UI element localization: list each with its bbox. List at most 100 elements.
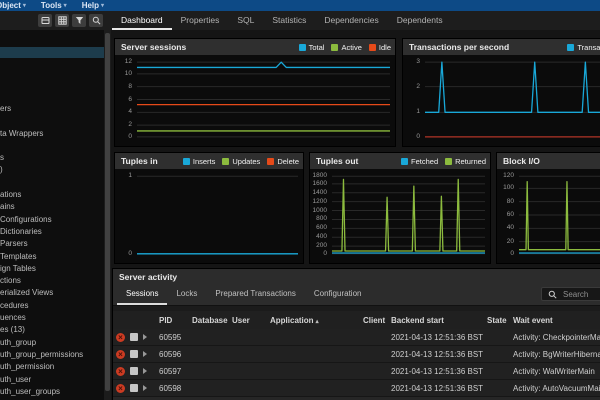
column-header-backend-start[interactable]: Backend start (391, 316, 487, 325)
activity-tab-sessions[interactable]: Sessions (117, 284, 167, 305)
tree-item[interactable]: ) (0, 164, 104, 176)
tree-item[interactable]: uth_group_permissions (0, 349, 104, 361)
tree-item[interactable]: s (0, 152, 104, 164)
tree-item[interactable]: es (13) (0, 324, 104, 336)
activity-tab-locks[interactable]: Locks (167, 284, 206, 305)
legend-swatch (331, 44, 338, 51)
table-row[interactable]: ×605982021-04-13 12:51:36 BSTActivity: A… (113, 380, 600, 397)
chart-area: 120100806040200 (497, 169, 600, 263)
expand-row-icon[interactable] (143, 368, 147, 374)
table-row[interactable]: ×605952021-04-13 12:51:36 BSTActivity: C… (113, 329, 600, 346)
filter-icon[interactable] (72, 14, 86, 27)
tree-item[interactable]: uth_permission (0, 361, 104, 373)
tab-dashboard[interactable]: Dashboard (112, 11, 172, 30)
column-header-application[interactable]: Application▴ (270, 316, 363, 325)
tree-item[interactable]: Dictionaries (0, 226, 104, 238)
cancel-query-icon[interactable] (130, 367, 138, 375)
tree-item[interactable]: ta Wrappers (0, 128, 104, 140)
tree-item[interactable]: Parsers (0, 238, 104, 250)
panel-title: Tuples out (310, 156, 358, 166)
column-header-database[interactable]: Database (192, 316, 232, 325)
axis-tick-label: 8 (128, 83, 132, 90)
expand-row-icon[interactable] (143, 351, 147, 357)
storage-icon[interactable] (38, 14, 52, 27)
axis-tick-label: 0 (128, 134, 132, 141)
axis-tick-label: 2 (128, 122, 132, 129)
axis-tick-label: 1 (128, 173, 132, 180)
search-input[interactable]: Search (541, 287, 600, 301)
terminate-session-icon[interactable]: × (116, 384, 125, 393)
server-activity-title: Server activity (113, 272, 177, 282)
cell-wait-event: Activity: WalWriterMain (513, 367, 600, 376)
terminate-session-icon[interactable]: × (116, 333, 125, 342)
axis-tick-label: 1 (416, 109, 420, 116)
search-icon[interactable] (89, 14, 103, 27)
cancel-query-icon[interactable] (130, 350, 138, 358)
tree-item[interactable]: erialized Views (0, 287, 104, 299)
tab-properties[interactable]: Properties (172, 11, 229, 30)
axis-tick-label: 20 (507, 238, 514, 245)
legend-label: Total (309, 43, 325, 52)
panel-header: Server sessionsTotalActiveIdle (115, 39, 395, 55)
tab-sql[interactable]: SQL (228, 11, 263, 30)
chart-legend: Transactions (567, 43, 600, 52)
tree-item[interactable]: uth_group (0, 337, 104, 349)
cancel-query-icon[interactable] (130, 384, 138, 392)
column-header-wait-event[interactable]: Wait event (513, 316, 600, 325)
tree-item[interactable]: ign Tables (0, 263, 104, 275)
menu-object[interactable]: Object▾ (0, 1, 26, 10)
legend-swatch (222, 158, 229, 165)
column-header-user[interactable]: User (232, 316, 270, 325)
cancel-query-icon[interactable] (130, 333, 138, 341)
row-actions: × (113, 350, 159, 359)
tree-item[interactable]: cedures (0, 300, 104, 312)
tab-dependents[interactable]: Dependents (388, 11, 452, 30)
tree-selected-row[interactable] (0, 47, 104, 58)
legend-swatch (445, 158, 452, 165)
axis-tick-label: 200 (316, 243, 327, 250)
tree-item[interactable]: ains (0, 201, 104, 213)
terminate-session-icon[interactable]: × (116, 367, 125, 376)
tree-item (0, 115, 104, 127)
legend-label: Idle (379, 43, 391, 52)
column-header-pid[interactable]: PID (159, 316, 192, 325)
activity-tab-prepared-transactions[interactable]: Prepared Transactions (206, 284, 305, 305)
cell-pid: 60595 (159, 333, 192, 342)
menu-label: Tools (41, 1, 62, 10)
expand-row-icon[interactable] (143, 385, 147, 391)
tree-item[interactable]: ations (0, 189, 104, 201)
grid-icon[interactable] (55, 14, 69, 27)
axis-tick-label: 80 (507, 198, 514, 205)
panel-title: Transactions per second (403, 42, 509, 52)
terminate-session-icon[interactable]: × (116, 350, 125, 359)
menubar: Object▾ Tools▾ Help▾ (0, 0, 600, 11)
panel-header: Block I/O (497, 153, 600, 169)
menu-tools[interactable]: Tools▾ (41, 1, 67, 10)
tab-dependencies[interactable]: Dependencies (315, 11, 387, 30)
tree-item[interactable]: Configurations (0, 214, 104, 226)
sidebar-scrollbar[interactable] (104, 30, 111, 400)
tree-item[interactable]: ctions (0, 275, 104, 287)
row-actions: × (113, 333, 159, 342)
tree-item[interactable]: Templates (0, 251, 104, 263)
tree-item[interactable]: uences (0, 312, 104, 324)
tree-item[interactable]: uth_user_groups (0, 386, 104, 398)
main-tabbar: DashboardPropertiesSQLStatisticsDependen… (112, 11, 600, 30)
chevron-down-icon: ▾ (64, 2, 67, 9)
expand-row-icon[interactable] (143, 334, 147, 340)
axis-tick-label: 3 (416, 59, 420, 66)
tree-item (0, 177, 104, 189)
column-header-state[interactable]: State (487, 316, 513, 325)
table-row[interactable]: ×605962021-04-13 12:51:36 BSTActivity: B… (113, 346, 600, 363)
axis-tick-label: 120 (503, 173, 514, 180)
axis-tick-label: 12 (125, 59, 132, 66)
column-header-client[interactable]: Client (363, 316, 391, 325)
scrollbar-thumb[interactable] (105, 33, 110, 391)
table-row[interactable]: ×605972021-04-13 12:51:36 BSTActivity: W… (113, 363, 600, 380)
tree-item[interactable]: ers (0, 103, 104, 115)
tree-item[interactable]: uth_user (0, 374, 104, 386)
menu-help[interactable]: Help▾ (82, 1, 104, 10)
activity-tab-configuration[interactable]: Configuration (305, 284, 371, 305)
tab-statistics[interactable]: Statistics (263, 11, 315, 30)
legend-item: Delete (267, 157, 299, 166)
